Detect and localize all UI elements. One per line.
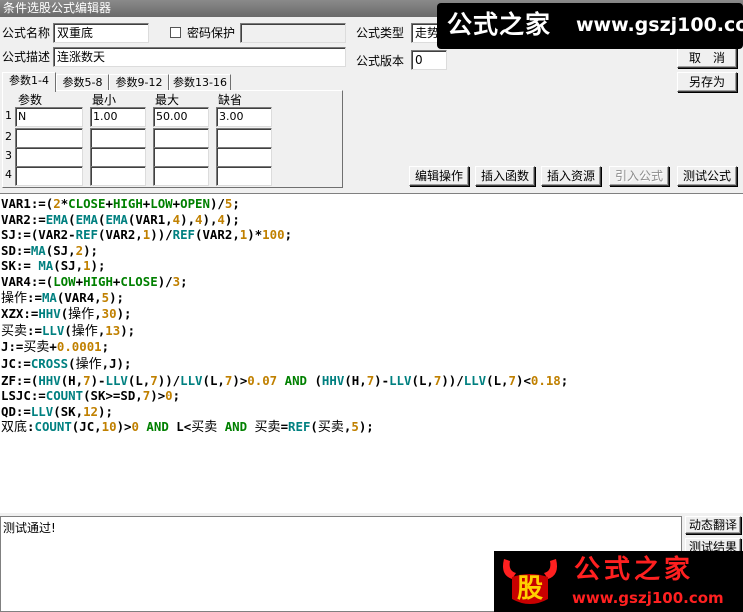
code-line: QD:=LLV(SK,12);: [1, 403, 113, 419]
param-max-cell[interactable]: [153, 147, 209, 167]
import-formula-button[interactable]: 引入公式: [609, 166, 669, 186]
password-input[interactable]: [240, 23, 346, 43]
param-row-num: 4: [5, 168, 12, 181]
param-header-max: 最大: [155, 93, 180, 107]
code-line: 操作:=MA(VAR4,5);: [1, 289, 125, 306]
param-row-num: 3: [5, 149, 12, 162]
bull-logo-icon: 股: [503, 559, 557, 604]
edit-operation-button[interactable]: 编辑操作: [409, 166, 469, 186]
formula-version-label: 公式版本: [356, 54, 405, 68]
param-name-cell[interactable]: [15, 128, 83, 148]
watermark-bottom-text: 公式之家: [574, 555, 695, 585]
watermark-bottom-url: www.gszj100.com: [572, 589, 724, 607]
param-default-cell[interactable]: [216, 147, 272, 167]
param-header-name: 参数: [18, 93, 43, 107]
code-line: VAR4:=(LOW+HIGH+CLOSE)/3;: [1, 273, 188, 289]
code-line: VAR2:=EMA(EMA(EMA(VAR1,4),4),4);: [1, 211, 240, 227]
param-name-cell[interactable]: [15, 166, 83, 186]
formula-name-label: 公式名称: [2, 26, 51, 40]
watermark-bottom: 股 公式之家 www.gszj100.com: [494, 551, 743, 612]
cancel-button[interactable]: 取 消: [677, 48, 737, 68]
code-line: SD:=MA(SJ,2);: [1, 242, 98, 258]
tab-params-9-12[interactable]: 参数9-12: [109, 74, 169, 91]
logo-glyph: 股: [517, 574, 543, 604]
password-protect-checkbox[interactable]: [170, 27, 181, 38]
param-max-cell[interactable]: [153, 166, 209, 186]
formula-code-editor[interactable]: VAR1:=(2*CLOSE+HIGH+LOW+OPEN)/5; VAR2:=EM…: [0, 193, 743, 513]
param-min-cell[interactable]: [90, 128, 146, 148]
code-line: J:=买卖+0.0001;: [1, 339, 110, 356]
formula-desc-label: 公式描述: [2, 50, 51, 64]
watermark-top-url: www.gszj100.com: [576, 14, 743, 36]
param-default-cell[interactable]: [216, 128, 272, 148]
code-line: XZX:=HHV(操作,30);: [1, 306, 132, 323]
tab-params-1-4[interactable]: 参数1-4: [2, 72, 56, 92]
formula-name-input[interactable]: 双重底: [53, 23, 149, 43]
param-row-num: 2: [5, 130, 12, 143]
code-line: SK:= MA(SJ,1);: [1, 258, 106, 274]
param-default-cell[interactable]: [216, 166, 272, 186]
tab-params-5-8[interactable]: 参数5-8: [56, 74, 109, 91]
code-line: LSJC:=COUNT(SK>=SD,7)>0;: [1, 388, 181, 404]
test-formula-button[interactable]: 测试公式: [677, 166, 737, 186]
param-name-cell[interactable]: N: [15, 107, 83, 127]
param-max-cell[interactable]: 50.00: [153, 107, 209, 127]
formula-version-input[interactable]: 0: [411, 50, 447, 70]
watermark-top-text: 公式之家: [447, 10, 552, 39]
formula-desc-input[interactable]: 连涨数天: [53, 47, 346, 67]
status-message: 测试通过!: [3, 521, 56, 535]
code-line: ZF:=(HHV(H,7)-LLV(L,7))/LLV(L,7)>0.07 AN…: [1, 372, 569, 388]
formula-type-label: 公式类型: [356, 26, 405, 40]
code-line: VAR1:=(2*CLOSE+HIGH+LOW+OPEN)/5;: [1, 196, 240, 211]
param-row-num: 1: [5, 109, 12, 122]
code-line: JC:=CROSS(操作,J);: [1, 355, 132, 372]
tab-params-13-16[interactable]: 参数13-16: [169, 74, 231, 91]
param-name-cell[interactable]: [15, 147, 83, 167]
param-header-min: 最小: [92, 93, 117, 107]
insert-function-button[interactable]: 插入函数: [475, 166, 535, 186]
watermark-top: 公式之家 www.gszj100.com: [437, 3, 743, 49]
code-line: 双底:COUNT(JC,10)>0 AND L<买卖 AND 买卖=REF(买卖…: [1, 419, 374, 436]
code-line: 买卖:=LLV(操作,13);: [1, 322, 136, 339]
param-max-cell[interactable]: [153, 128, 209, 148]
formula-code-text: VAR1:=(2*CLOSE+HIGH+LOW+OPEN)/5; VAR2:=EM…: [1, 196, 568, 436]
param-default-cell[interactable]: 3.00: [216, 107, 272, 127]
insert-resource-button[interactable]: 插入资源: [541, 166, 601, 186]
window-title: 条件选股公式编辑器: [3, 1, 112, 15]
param-header-default: 缺省: [218, 93, 243, 107]
password-protect-label: 密码保护: [187, 26, 236, 40]
param-min-cell[interactable]: [90, 147, 146, 167]
code-line: SJ:=(VAR2-REF(VAR2,1))/REF(VAR2,1)*100;: [1, 227, 293, 243]
param-min-cell[interactable]: 1.00: [90, 107, 146, 127]
param-min-cell[interactable]: [90, 166, 146, 186]
save-as-button[interactable]: 另存为: [677, 72, 737, 92]
dynamic-translate-button[interactable]: 动态翻译: [685, 516, 741, 534]
